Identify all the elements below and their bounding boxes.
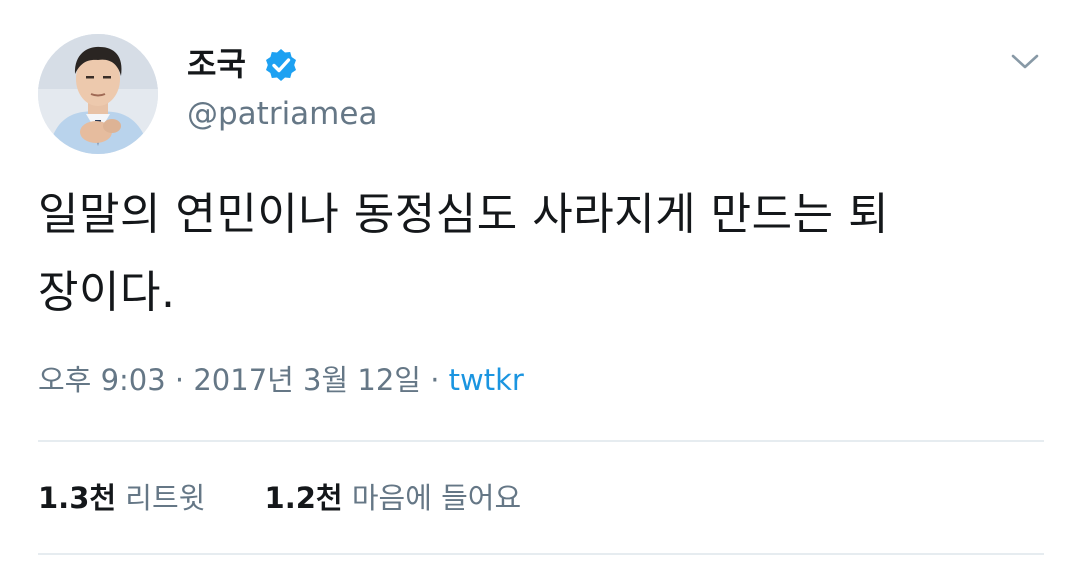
tweet-stats: 1.3천 리트윗 1.2천 마음에 들어요 xyxy=(38,478,521,518)
avatar[interactable] xyxy=(38,34,158,154)
retweets-count: 1.3천 xyxy=(38,481,117,515)
chevron-down-icon[interactable] xyxy=(1008,48,1042,74)
verified-badge-icon xyxy=(266,49,296,81)
tweet-date[interactable]: 2017년 3월 12일 xyxy=(193,363,421,397)
likes-count: 1.2천 xyxy=(264,481,343,515)
tweet-text-line-2: 장이다. xyxy=(38,267,176,318)
tweet-meta: 오후 9:03 · 2017년 3월 12일 · twtkr xyxy=(38,360,524,400)
tweet-time[interactable]: 오후 9:03 xyxy=(38,363,166,397)
tweet-source-link[interactable]: twtkr xyxy=(449,363,524,397)
bottom-divider xyxy=(38,553,1044,555)
user-handle[interactable]: @patriamea xyxy=(187,94,377,134)
meta-separator-2: · xyxy=(421,363,449,397)
display-name[interactable]: 조국 xyxy=(187,44,246,84)
retweets-stat[interactable]: 1.3천 리트윗 xyxy=(38,478,205,518)
tweet-text: 일말의 연민이나 동정심도 사라지게 만드는 퇴 장이다. xyxy=(38,176,1048,332)
tweet-text-line-1: 일말의 연민이나 동정심도 사라지게 만드는 퇴 xyxy=(38,189,890,240)
meta-separator: · xyxy=(165,363,194,397)
avatar-photo xyxy=(38,34,158,154)
retweets-label: 리트윗 xyxy=(125,481,206,515)
tweet-card: 조국 @patriamea 일말의 연민이나 동정심도 사라지게 만드는 퇴 장… xyxy=(0,0,1080,565)
likes-stat[interactable]: 1.2천 마음에 들어요 xyxy=(265,478,522,518)
divider xyxy=(38,440,1044,442)
likes-label: 마음에 들어요 xyxy=(351,481,522,515)
